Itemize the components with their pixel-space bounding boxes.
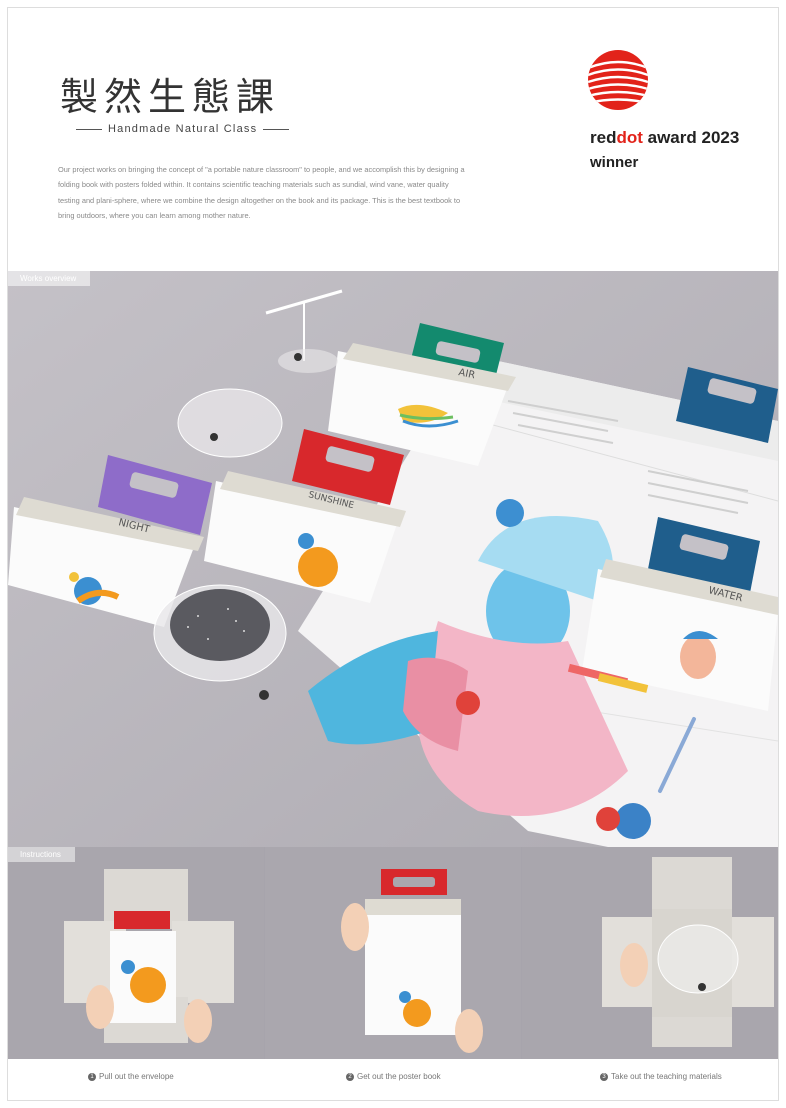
project-title-chinese: 製然生態課: [60, 75, 281, 119]
sundial-disc: [177, 388, 283, 458]
step-2-caption: 2 Get out the poster book: [346, 1072, 441, 1081]
award-winner-label: winner: [590, 154, 639, 171]
instructions-label: Instructions: [8, 847, 75, 862]
step-2-text: Get out the poster book: [357, 1072, 441, 1081]
works-overview-photo: AIR SUNSHINE NIGHT WATER Works overview: [8, 271, 778, 847]
reddot-logo-icon: [588, 50, 648, 110]
title-rule-right: [263, 128, 290, 130]
step-1-text: Pull out the envelope: [99, 1072, 174, 1081]
instruction-captions: 1 Pull out the envelope 2 Get out the post…: [8, 1068, 778, 1088]
award-name: reddot award 2023: [590, 128, 739, 148]
step-2-photo: [265, 847, 521, 1059]
award-year: award 2023: [642, 128, 740, 147]
project-title-english: Handmade Natural Class: [70, 123, 295, 135]
title-en-text: Handmade Natural Class: [108, 123, 258, 135]
step-1-caption: 1 Pull out the envelope: [88, 1072, 174, 1081]
step-1-photo: [8, 847, 264, 1059]
works-overview-label: Works overview: [8, 271, 91, 286]
award-brand-prefix: red: [590, 128, 617, 147]
award-board: 製然生態課 Handmade Natural Class Our project…: [0, 0, 786, 1108]
instructions-section: Instructions: [8, 847, 778, 1059]
step-3-text: Take out the teaching materials: [611, 1072, 722, 1081]
step-3-photo: [522, 847, 778, 1059]
step-1-number-icon: 1: [88, 1072, 96, 1081]
step-3-number-icon: 3: [600, 1072, 608, 1081]
overview-illustration: AIR SUNSHINE NIGHT WATER: [8, 271, 778, 847]
award-brand-highlight: dot: [616, 128, 643, 147]
project-description: Our project works on bringing the concep…: [58, 165, 465, 221]
title-rule-left: [76, 128, 102, 130]
step-3-caption: 3 Take out the teaching materials: [600, 1072, 722, 1081]
step-2-number-icon: 2: [346, 1072, 354, 1081]
